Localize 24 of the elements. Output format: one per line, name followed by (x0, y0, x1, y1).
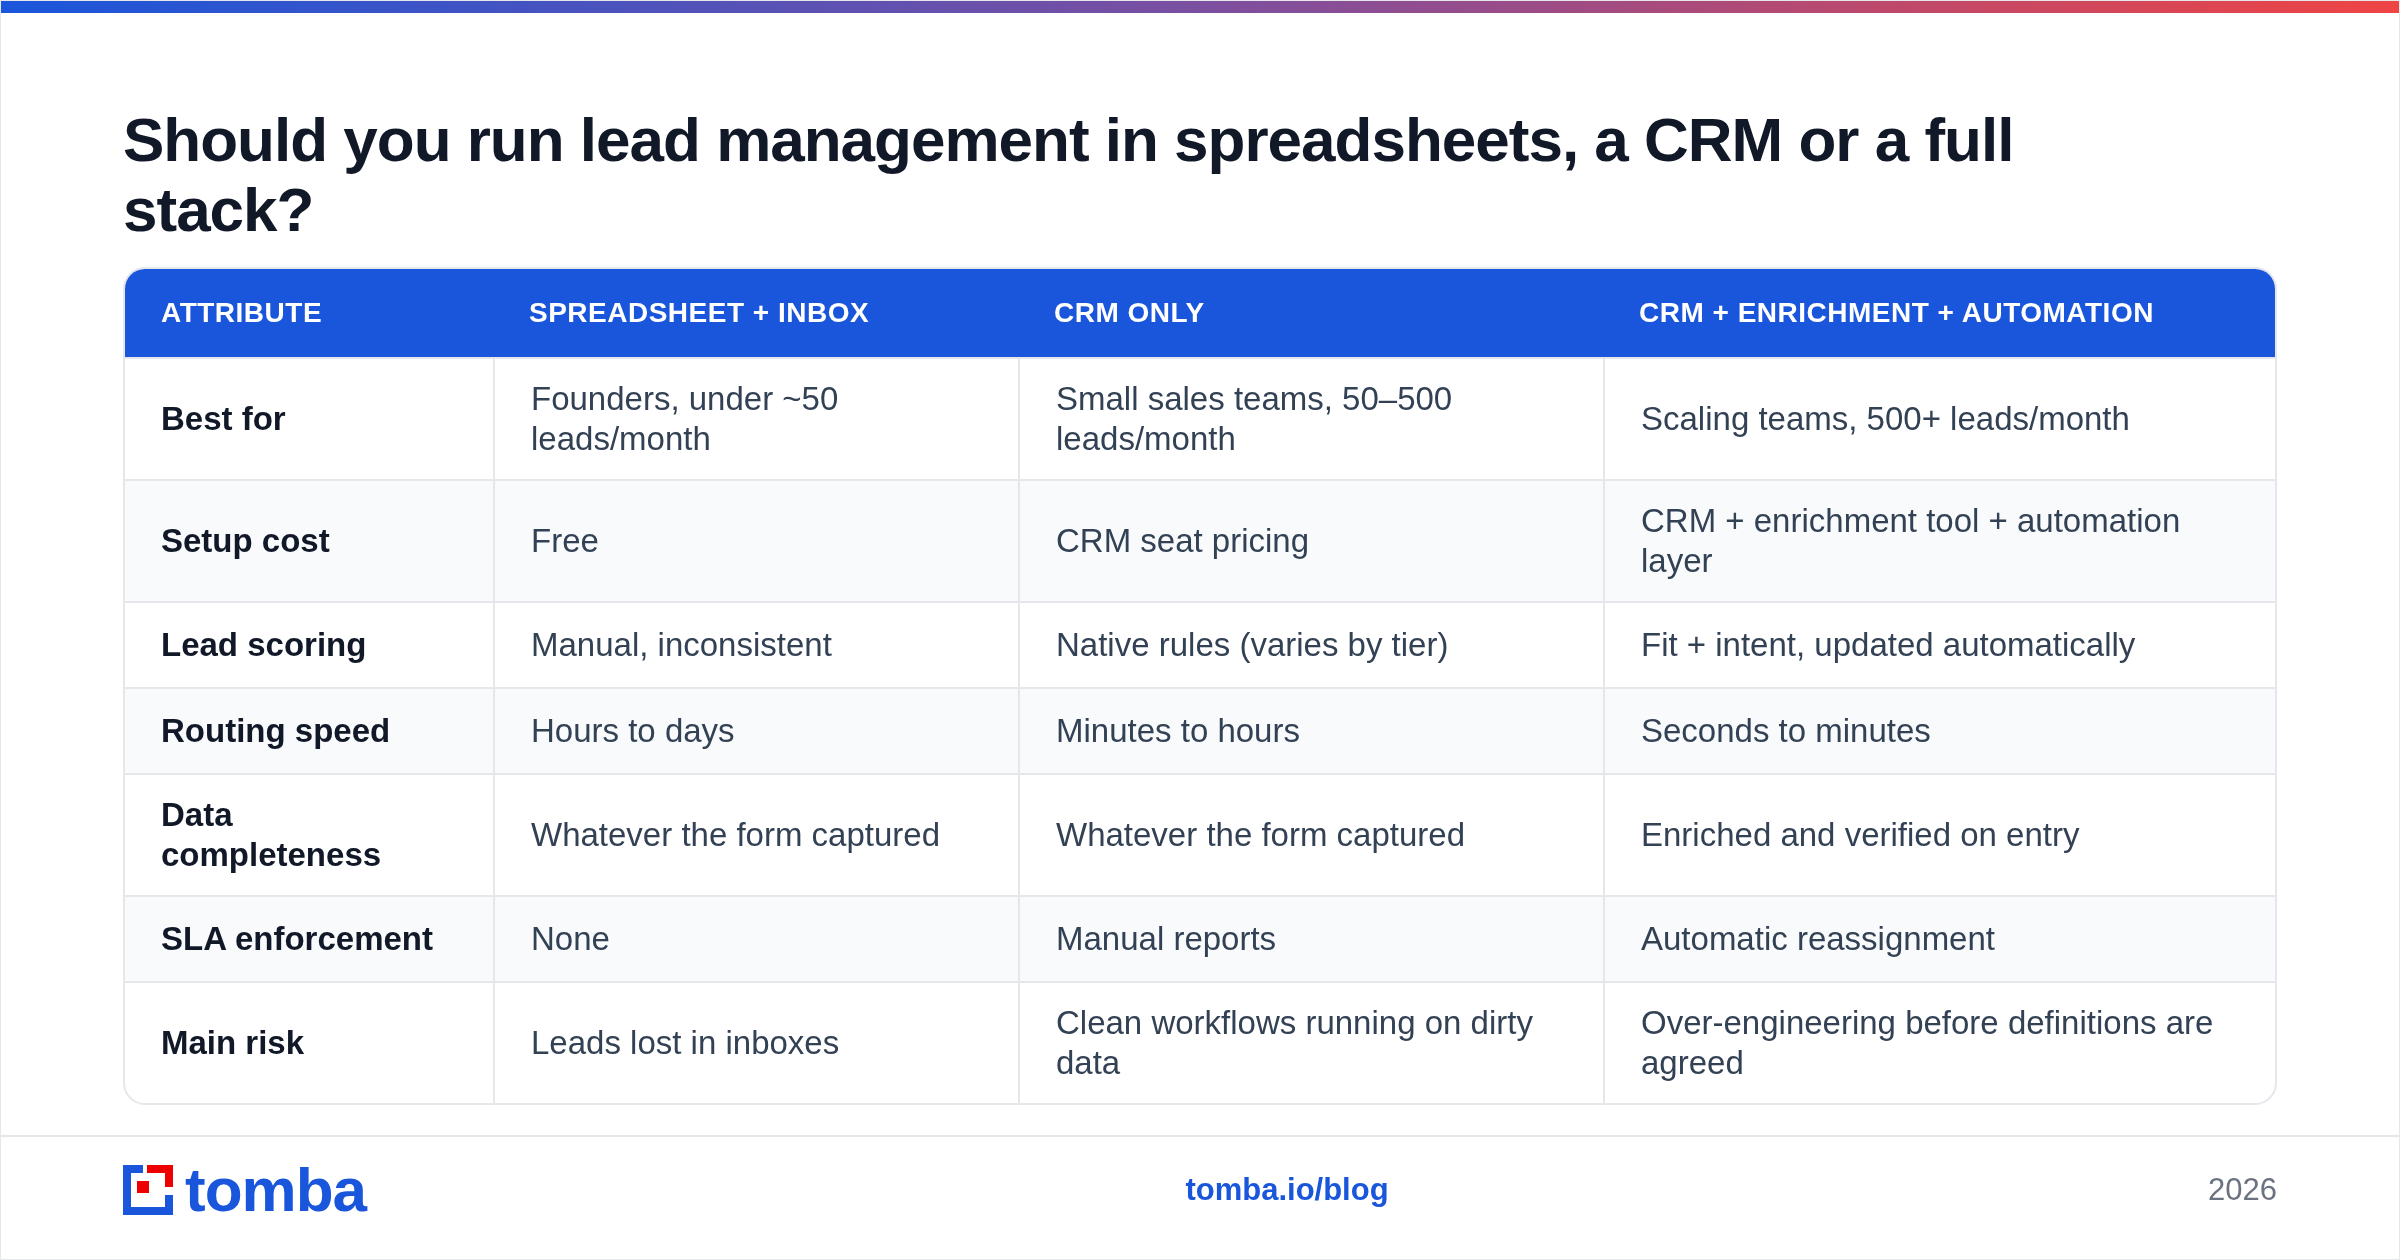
column-header: CRM ONLY (1018, 269, 1603, 357)
column-header: ATTRIBUTE (125, 269, 493, 357)
table-cell: CRM seat pricing (1018, 479, 1603, 601)
row-label: SLA enforcement (125, 895, 493, 981)
row-label: Setup cost (125, 479, 493, 601)
table-cell: Manual reports (1018, 895, 1603, 981)
table-cell: Free (493, 479, 1018, 601)
row-label: Main risk (125, 981, 493, 1103)
column-header: CRM + ENRICHMENT + AUTOMATION (1603, 269, 2275, 357)
table-cell: Automatic reassignment (1603, 895, 2275, 981)
table-cell: Over-engineering before definitions are agreed (1603, 981, 2275, 1103)
column-header: SPREADSHEET + INBOX (493, 269, 1018, 357)
row-label: Routing speed (125, 687, 493, 773)
blog-link[interactable]: tomba.io/blog (1185, 1172, 1389, 1208)
table-cell: None (493, 895, 1018, 981)
table-cell: Minutes to hours (1018, 687, 1603, 773)
table-cell: CRM + enrichment tool + automation layer (1603, 479, 2275, 601)
table-cell: Clean workflows running on dirty data (1018, 981, 1603, 1103)
year-label: 2026 (2208, 1172, 2277, 1208)
table-cell: Seconds to minutes (1603, 687, 2275, 773)
table-cell: Hours to days (493, 687, 1018, 773)
page-title: Should you run lead management in spreadsheets, a CRM or a full stack? (123, 105, 2015, 245)
brand-name: tomba (185, 1159, 366, 1221)
table-cell: Leads lost in inboxes (493, 981, 1018, 1103)
